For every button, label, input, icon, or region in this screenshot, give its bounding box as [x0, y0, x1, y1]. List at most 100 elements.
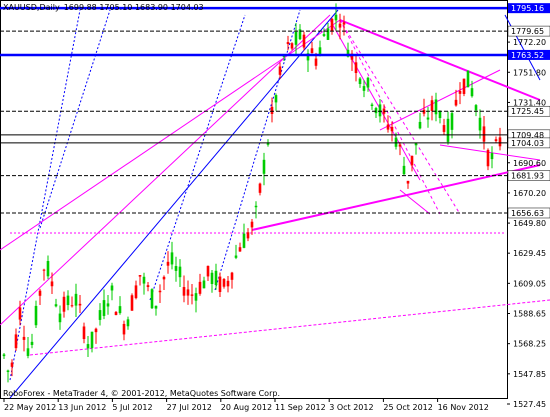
- candle-body: [314, 58, 318, 66]
- candle-body: [442, 125, 446, 132]
- x-tick-label: 20 Aug 2012: [221, 403, 272, 412]
- candle-body: [490, 153, 494, 160]
- candle-body: [186, 289, 190, 296]
- y-tick-label: 1547.85: [513, 370, 546, 379]
- candle-body: [362, 86, 366, 91]
- candle-body: [406, 180, 410, 184]
- candle-body: [158, 290, 162, 293]
- y-tick-label: 1527.45: [513, 400, 546, 409]
- candle-body: [446, 118, 450, 142]
- candle-body: [86, 344, 90, 349]
- candle-body: [138, 275, 142, 277]
- candle-body: [358, 78, 362, 84]
- candle-body: [226, 280, 230, 287]
- candle-body: [334, 14, 338, 21]
- candle-body: [42, 269, 46, 271]
- candle-body: [322, 34, 326, 36]
- candle-body: [54, 304, 58, 307]
- candle-body: [218, 276, 222, 293]
- y-tick-label: 1588.65: [513, 309, 546, 318]
- candle-body: [242, 233, 246, 248]
- candle-body: [142, 276, 146, 284]
- candle-body: [354, 62, 358, 74]
- x-tick-label: 11 Sep 2012: [275, 403, 326, 412]
- candle-body: [366, 77, 370, 88]
- candle-body: [482, 126, 486, 142]
- candle-body: [486, 149, 490, 167]
- candle-body: [254, 205, 258, 208]
- candle-body: [390, 126, 394, 132]
- price-level-label: 1656.63: [511, 209, 544, 218]
- candle-body: [98, 310, 102, 320]
- candle-body: [22, 336, 26, 340]
- candle-body: [110, 285, 114, 291]
- candle-body: [10, 362, 14, 367]
- candle-body: [474, 105, 478, 111]
- candle-body: [182, 287, 186, 296]
- candle-body: [26, 348, 30, 356]
- candle-body: [494, 139, 498, 142]
- candle-body: [154, 305, 158, 309]
- candle-body: [238, 247, 242, 252]
- candle-body: [338, 23, 342, 28]
- candle-body: [18, 307, 22, 320]
- candle-body: [498, 137, 502, 147]
- candle-body: [210, 272, 214, 284]
- x-tick-label: 22 May 2012: [4, 403, 56, 412]
- price-level-label: 1779.65: [511, 27, 544, 36]
- candle-body: [410, 155, 414, 166]
- candle-body: [82, 326, 86, 340]
- candle-body: [378, 104, 382, 117]
- candle-body: [466, 70, 470, 88]
- candle-body: [246, 232, 250, 239]
- x-tick-label: 25 Oct 2012: [383, 403, 432, 412]
- candle-body: [318, 47, 322, 54]
- candle-body: [342, 22, 346, 25]
- candle-body: [194, 293, 198, 301]
- candle-body: [70, 305, 74, 307]
- candle-body: [270, 106, 274, 115]
- candle-body: [286, 42, 290, 45]
- candle-body: [46, 261, 50, 277]
- candle-body: [294, 31, 298, 45]
- candle-body: [106, 303, 110, 307]
- y-tick-label: 1649.80: [513, 219, 546, 228]
- candle-body: [162, 276, 166, 280]
- candle-body: [90, 331, 94, 349]
- candle-body: [370, 104, 374, 107]
- candle-body: [30, 341, 34, 345]
- candle-body: [222, 279, 226, 287]
- candle-body: [130, 295, 134, 311]
- candle-body: [38, 290, 42, 296]
- candle-body: [374, 108, 378, 114]
- candle-body: [458, 90, 462, 94]
- candle-body: [206, 265, 210, 277]
- candle-body: [274, 95, 278, 103]
- candle-body: [230, 272, 234, 280]
- candle-body: [114, 311, 118, 316]
- candle-body: [438, 111, 442, 119]
- candle-body: [330, 18, 334, 32]
- x-tick-label: 3 Oct 2012: [329, 403, 373, 412]
- y-tick-label: 1772.20: [513, 38, 546, 47]
- candle-body: [462, 78, 466, 94]
- candle-body: [2, 354, 6, 357]
- ohlc-values: 1699.88 1705.10 1683.90 1704.03: [64, 3, 204, 12]
- candle-body: [50, 281, 54, 287]
- price-chart[interactable]: 1795.161779.651763.521725.451709.481704.…: [0, 0, 550, 413]
- chart-title: XAUUSD,Daily 1699.88 1705.10 1683.90 1704…: [3, 3, 204, 12]
- x-tick-label: 16 Nov 2012: [438, 403, 489, 412]
- watermark: RoboForex - MetaTrader 4, © 2001-2012, M…: [3, 389, 280, 398]
- candle-body: [454, 99, 458, 106]
- candle-body: [470, 88, 474, 97]
- candle-body: [174, 266, 178, 271]
- chart-window: 1795.16 1779.65 1763.52 1725.45 1709.48 1704.…: [0, 0, 550, 413]
- candle-body: [102, 300, 106, 316]
- candle-body: [58, 313, 62, 323]
- price-level-label: 1725.45: [511, 107, 544, 116]
- candle-body: [78, 303, 82, 306]
- candle-body: [398, 144, 402, 147]
- candle-body: [190, 294, 194, 296]
- candle-body: [250, 221, 254, 228]
- candle-body: [418, 121, 422, 129]
